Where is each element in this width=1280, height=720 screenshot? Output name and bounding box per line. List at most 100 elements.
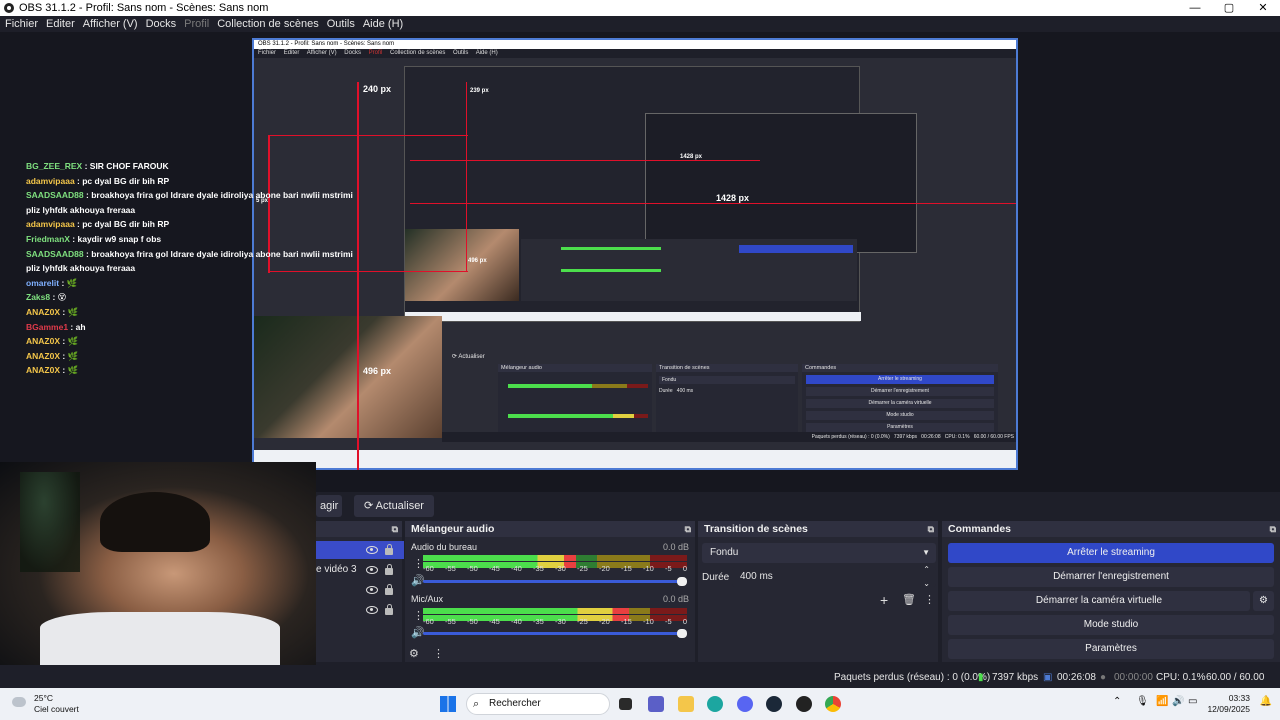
visibility-eye-icon[interactable]	[366, 566, 378, 574]
refresh-button[interactable]: ⟳ Actualiser	[354, 495, 434, 517]
duration-input[interactable]: 400 ms ⌃ ⌄	[732, 565, 936, 588]
chat-message: SAADSAAD88 : broakhoya frira gol ldrare …	[26, 188, 353, 203]
discord-icon[interactable]	[737, 696, 753, 712]
wifi-icon[interactable]: 📶	[1156, 696, 1168, 707]
virtual-camera-settings-button[interactable]: ⚙	[1253, 591, 1274, 611]
mic-icon[interactable]: 🎙	[1136, 696, 1149, 707]
capture-title-bar: OBS 31.1.2 - Profil: Sans nom - Scènes: …	[254, 40, 1016, 49]
chat-message: ANAZ0X : 🌿	[26, 334, 353, 349]
audio-mixer-title: Mélangeur audio ⧉	[405, 521, 695, 537]
meter-scale-tick: -60	[423, 564, 434, 573]
nested-meter	[561, 269, 661, 272]
transition-selected: Fondu	[710, 547, 739, 558]
search-placeholder: Rechercher	[489, 698, 541, 709]
minimize-button[interactable]: —	[1178, 0, 1212, 16]
visibility-eye-icon[interactable]	[366, 606, 378, 614]
start-recording-button[interactable]: Démarrer l'enregistrement	[948, 567, 1274, 587]
battery-icon[interactable]: ▭	[1188, 696, 1197, 707]
dock-pin-icon[interactable]: ⧉	[928, 521, 934, 537]
tray-chevron-icon[interactable]: ⌃	[1113, 696, 1121, 707]
chrome-icon[interactable]	[825, 696, 841, 712]
start-virtual-camera-button[interactable]: Démarrer la caméra virtuelle	[948, 591, 1250, 611]
taskbar-search[interactable]: ⌕ Rechercher	[466, 693, 610, 715]
close-button[interactable]: ✕	[1246, 0, 1280, 16]
chat-text: 🌿	[67, 306, 79, 317]
settings-button[interactable]: Paramètres	[948, 639, 1274, 659]
visibility-eye-icon[interactable]	[366, 586, 378, 594]
signal-icon: ▮	[978, 672, 984, 683]
obs-taskbar-icon[interactable]	[796, 696, 812, 712]
guide-label-inner: 239 px	[470, 88, 489, 94]
chat-separator: :	[60, 336, 68, 347]
add-transition-icon[interactable]: +	[880, 592, 888, 608]
refresh-label: Actualiser	[375, 500, 424, 512]
menu-editer[interactable]: Editer	[46, 18, 75, 30]
chat-message: pliz lyhfdk akhouya freraaa	[26, 203, 353, 218]
windows-start-icon[interactable]	[440, 696, 456, 712]
lock-icon[interactable]	[385, 604, 393, 615]
menu-fichier[interactable]: Fichier	[5, 18, 38, 30]
chat-separator: :	[60, 306, 68, 317]
meter-scale-tick: -50	[467, 617, 478, 626]
window-controls: — ▢ ✕	[1178, 0, 1280, 16]
volume-slider[interactable]	[423, 629, 687, 638]
capture-mixer: Mélangeur audio	[498, 364, 652, 442]
search-icon: ⌕	[473, 698, 480, 710]
taskbar-clock[interactable]: 03:33 12/09/2025	[1207, 693, 1250, 715]
lock-icon[interactable]	[385, 564, 393, 575]
capture-menu-item: Profil	[368, 50, 383, 56]
transition-menu-icon[interactable]: ⋮	[924, 593, 935, 606]
refresh-partial-button[interactable]: agir	[316, 495, 343, 517]
record-icon: ●	[1100, 672, 1107, 683]
stream-time: 00:26:08	[1057, 672, 1096, 683]
dock-pin-icon[interactable]: ⧉	[1270, 521, 1276, 537]
chat-message: adamvipaaa : pc dyal BG dir bih RP	[26, 217, 353, 232]
lock-icon[interactable]	[385, 544, 393, 555]
capture-menu-item: Fichier	[258, 50, 277, 56]
nested-webcam	[405, 229, 519, 301]
notification-bell-icon[interactable]: 🔔	[1260, 696, 1272, 707]
transitions-dock: Transition de scènes ⧉ Fondu ▼ Durée 400 …	[698, 521, 938, 662]
teams-icon[interactable]	[648, 696, 664, 712]
meter-scale-tick: -20	[599, 617, 610, 626]
webcam-source[interactable]	[0, 462, 316, 665]
edge-icon[interactable]	[707, 696, 723, 712]
task-view-icon[interactable]	[619, 698, 632, 710]
menu-aide[interactable]: Aide (H)	[363, 18, 403, 30]
file-explorer-icon[interactable]	[678, 696, 694, 712]
display-capture-source[interactable]: OBS 31.1.2 - Profil: Sans nom - Scènes: …	[252, 38, 1018, 470]
trash-icon[interactable]: 🗑	[902, 593, 916, 606]
dropped-frames: Paquets perdus (réseau) : 0 (0.0%)	[834, 672, 991, 683]
capture-menu-item: Afficher (V)	[306, 50, 337, 56]
menu-profil[interactable]: Profil	[184, 18, 209, 30]
commands-title: Commandes ⧉	[942, 521, 1280, 537]
guide-line	[268, 135, 468, 136]
dock-pin-icon[interactable]: ⧉	[392, 521, 398, 537]
volume-icon[interactable]: 🔊	[1172, 696, 1184, 707]
steam-icon[interactable]	[766, 696, 782, 712]
mixer-menu-icon[interactable]: ⋮	[433, 647, 444, 660]
chat-username: SAADSAAD88	[26, 190, 84, 201]
visibility-eye-icon[interactable]	[366, 546, 378, 554]
maximize-button[interactable]: ▢	[1212, 0, 1246, 16]
chat-text: broakhoya frira gol ldrare dyale idiroli…	[91, 190, 353, 201]
studio-mode-button[interactable]: Mode studio	[948, 615, 1274, 635]
volume-slider[interactable]	[423, 577, 687, 586]
dock-pin-icon[interactable]: ⧉	[685, 521, 691, 537]
stepper-icon[interactable]: ⌃ ⌄	[923, 563, 930, 591]
transition-select[interactable]: Fondu ▼	[702, 543, 936, 563]
advanced-audio-icon[interactable]: ⚙	[409, 647, 419, 660]
sources-dock-title: ⧉	[316, 521, 402, 537]
menu-outils[interactable]: Outils	[327, 18, 355, 30]
stop-streaming-button[interactable]: Arrêter le streaming	[948, 543, 1274, 563]
chat-text: pliz lyhfdk akhouya freraaa	[26, 204, 136, 215]
chat-text: broakhoya frira gol ldrare dyale idiroli…	[91, 248, 353, 259]
menu-afficher[interactable]: Afficher (V)	[83, 18, 138, 30]
lock-icon[interactable]	[385, 584, 393, 595]
weather-icon	[12, 697, 26, 707]
menu-collection[interactable]: Collection de scènes	[217, 18, 319, 30]
chat-text: 🌿	[67, 365, 79, 376]
guide-label-inner-face: 496 px	[468, 258, 487, 264]
menu-docks[interactable]: Docks	[146, 18, 177, 30]
capture-taskbar	[254, 450, 1016, 468]
